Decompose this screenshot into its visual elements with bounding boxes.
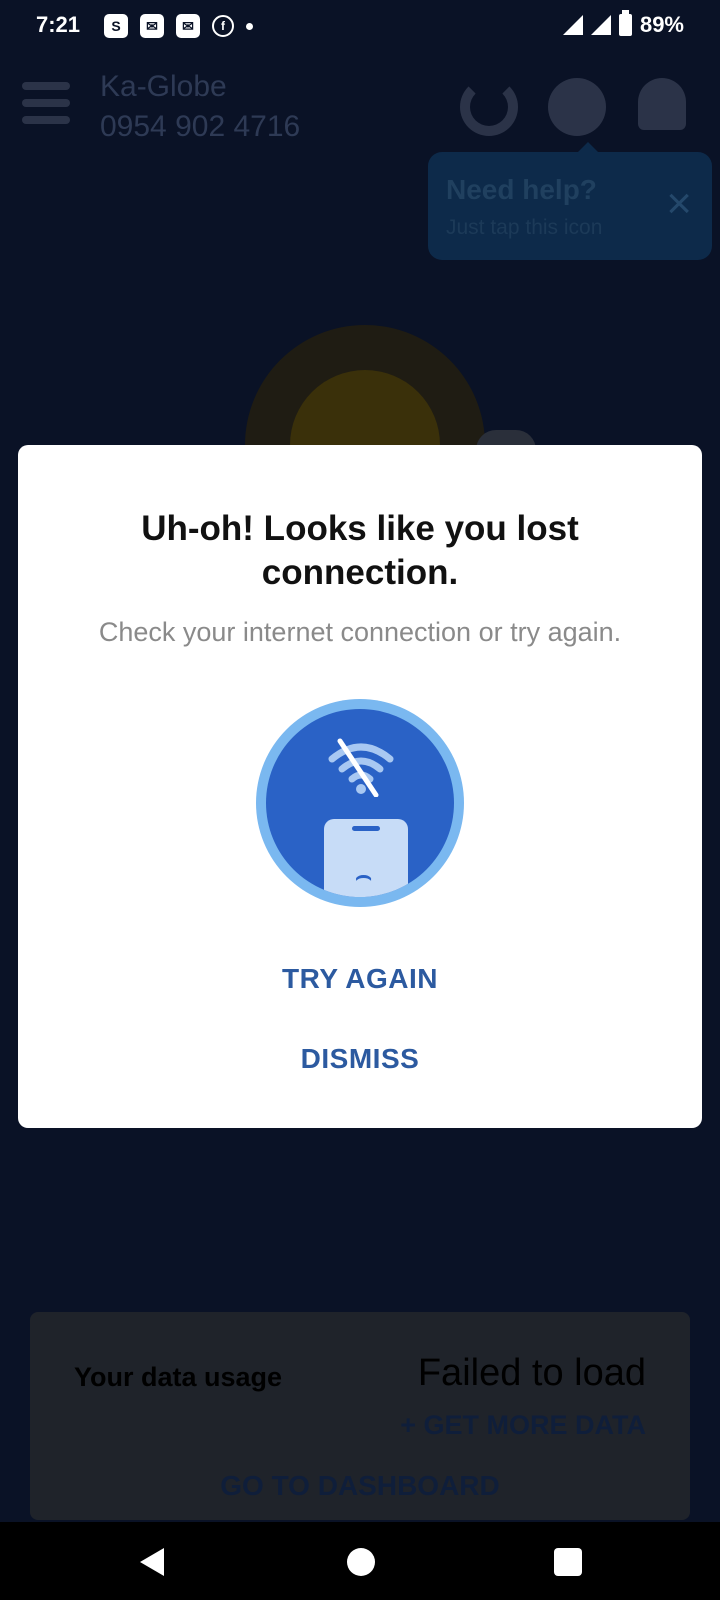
- status-time: 7:21: [36, 12, 81, 37]
- status-bar: 7:21 S ✉ ✉ f 89%: [0, 0, 720, 52]
- data-usage-card: Your data usage Failed to load + GET MOR…: [30, 1312, 690, 1520]
- signal-icon: [562, 15, 583, 35]
- help-wifi-icon[interactable]: [548, 78, 606, 136]
- go-to-dashboard-button[interactable]: GO TO DASHBOARD: [30, 1470, 690, 1502]
- signal-icon: [590, 15, 611, 35]
- app-header: Ka-Globe 0954 902 4716: [0, 60, 720, 160]
- dialog-subtitle: Check your internet connection or try ag…: [98, 617, 622, 647]
- sad-phone-icon: ⌢: [324, 819, 408, 897]
- back-icon[interactable]: [140, 1548, 164, 1576]
- bell-icon[interactable]: [638, 78, 686, 130]
- more-notifications-icon: [246, 22, 253, 30]
- notification-icons: S ✉ ✉ f: [104, 14, 253, 38]
- mail-icon: ✉: [140, 14, 164, 38]
- close-icon[interactable]: ×: [666, 182, 692, 226]
- tooltip-title: Need help?: [446, 174, 597, 205]
- account-name: Ka-Globe: [100, 70, 227, 103]
- battery-percent: 89%: [639, 12, 684, 37]
- usage-label: Your data usage: [74, 1362, 283, 1392]
- mail-icon: ✉: [176, 14, 200, 38]
- system-nav-bar: [0, 1522, 720, 1600]
- recents-icon[interactable]: [554, 1548, 582, 1576]
- get-more-data-button[interactable]: + GET MORE DATA: [400, 1410, 646, 1441]
- facebook-icon: f: [212, 15, 234, 37]
- system-icons: 89%: [562, 10, 684, 38]
- no-connection-illustration: ⌢: [256, 699, 464, 907]
- shop-icon: S: [104, 14, 128, 38]
- menu-icon[interactable]: [22, 82, 70, 126]
- dismiss-button[interactable]: DISMISS: [18, 1043, 702, 1075]
- usage-value: Failed to load: [417, 1352, 646, 1394]
- connection-lost-dialog: Uh-oh! Looks like you lost connection. C…: [18, 445, 702, 1128]
- wifi-off-icon: [328, 738, 394, 797]
- help-tooltip: Need help? Just tap this icon ×: [428, 142, 712, 260]
- tooltip-subtitle: Just tap this icon: [446, 216, 603, 239]
- dialog-title: Uh-oh! Looks like you lost connection.: [141, 509, 579, 592]
- refresh-icon[interactable]: [460, 78, 518, 136]
- try-again-button[interactable]: TRY AGAIN: [18, 963, 702, 995]
- home-icon[interactable]: [347, 1548, 375, 1576]
- account-number: 0954 902 4716: [100, 110, 301, 143]
- battery-icon: [618, 10, 632, 36]
